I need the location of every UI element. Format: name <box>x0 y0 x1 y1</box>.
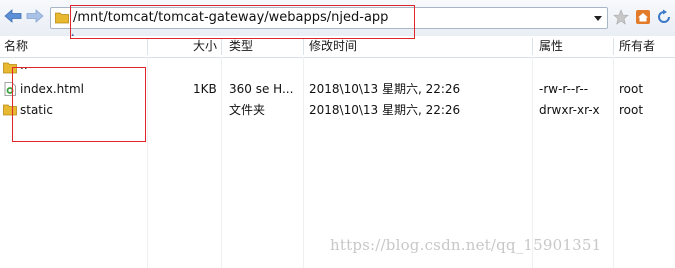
column-divider[interactable] <box>613 38 614 55</box>
file-type: 文件夹 <box>229 103 266 117</box>
file-owner: root <box>619 103 644 117</box>
refresh-button[interactable] <box>655 8 673 26</box>
column-divider[interactable] <box>147 38 148 55</box>
column-attributes[interactable]: 属性 <box>539 36 563 57</box>
refresh-icon <box>658 9 670 23</box>
annotation-box-files <box>12 67 146 142</box>
column-divider[interactable] <box>221 38 222 55</box>
annotation-box-path <box>70 5 415 39</box>
home-icon <box>636 10 650 24</box>
column-header: 名称 大小 类型 修改时间 属性 所有者 <box>0 36 675 58</box>
forward-button[interactable] <box>25 6 45 26</box>
watermark: https://blog.csdn.net/qq_15901351 <box>330 236 602 254</box>
arrow-right-icon <box>26 9 44 23</box>
chevron-down-icon[interactable] <box>591 11 605 25</box>
folder-icon <box>55 11 69 27</box>
home-button[interactable] <box>634 8 652 26</box>
column-divider[interactable] <box>303 38 304 55</box>
star-icon <box>613 9 629 25</box>
file-modified: 2018\10\13 星期六, 22:26 <box>309 82 461 96</box>
column-divider[interactable] <box>532 38 533 55</box>
file-owner: root <box>619 82 644 96</box>
column-owner[interactable]: 所有者 <box>619 36 655 57</box>
column-name[interactable]: 名称 <box>4 36 28 57</box>
bookmark-button[interactable] <box>612 8 630 26</box>
file-attributes: drwxr-xr-x <box>539 103 600 117</box>
file-attributes: -rw-r--r-- <box>539 82 589 96</box>
column-modified[interactable]: 修改时间 <box>309 36 357 57</box>
column-size[interactable]: 大小 <box>193 36 217 57</box>
back-button[interactable] <box>3 6 23 26</box>
file-modified: 2018\10\13 星期六, 22:26 <box>309 103 461 117</box>
arrow-left-icon <box>4 9 22 23</box>
file-size: 1KB <box>193 82 217 96</box>
file-type: 360 se H... <box>229 82 294 96</box>
column-type[interactable]: 类型 <box>229 36 253 57</box>
